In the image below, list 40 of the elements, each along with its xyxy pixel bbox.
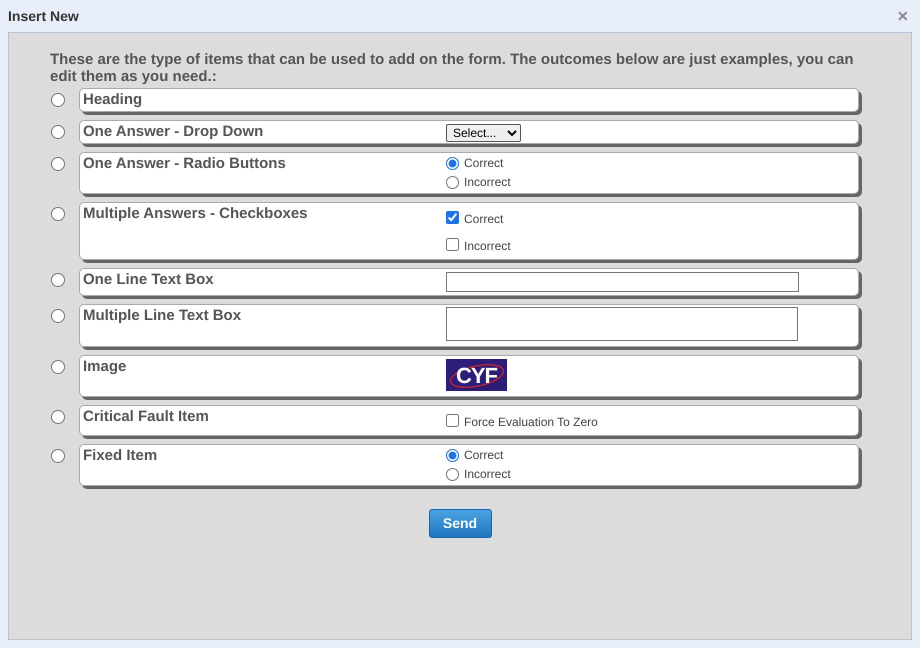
item-radio[interactable] — [51, 157, 65, 171]
option-radio[interactable] — [446, 176, 459, 189]
close-button[interactable]: × — [893, 7, 912, 25]
option-label: Incorrect — [464, 174, 511, 191]
send-button[interactable]: Send — [428, 509, 492, 538]
item-label: Heading — [83, 90, 144, 110]
text-field[interactable] — [446, 272, 799, 292]
checkbox[interactable] — [446, 238, 459, 251]
option-label: Correct — [464, 155, 504, 172]
option-label: Correct — [464, 211, 504, 228]
intro-text: These are the type of items that can be used to add on the form. The outcomes below are just examples, you can edit them as you need.: — [50, 51, 855, 85]
item-label: One Line Text Box — [83, 270, 215, 290]
item-radio[interactable] — [51, 207, 65, 221]
item-label: Multiple Line Text Box — [83, 306, 242, 326]
item-radio[interactable] — [51, 360, 65, 374]
item-label: Image — [83, 357, 128, 377]
option-label: Force Evaluation To Zero — [464, 414, 598, 431]
window-title: Insert New — [8, 6, 79, 26]
option-radio[interactable] — [446, 157, 459, 170]
item-label: Multiple Answers - Checkboxes — [83, 204, 309, 224]
item-radio[interactable] — [51, 410, 65, 424]
checkbox[interactable] — [446, 211, 459, 224]
text-area[interactable] — [446, 307, 798, 341]
option-radio[interactable] — [446, 468, 459, 481]
item-label: Critical Fault Item — [83, 407, 210, 427]
item-radio[interactable] — [51, 309, 65, 323]
option-radio[interactable] — [446, 449, 459, 462]
logo: CYF — [446, 359, 507, 391]
option-label: Incorrect — [464, 466, 511, 483]
item-radio[interactable] — [51, 93, 65, 107]
item-radio[interactable] — [51, 449, 65, 463]
dropdown[interactable]: Select... — [446, 124, 521, 142]
item-radio[interactable] — [51, 125, 65, 139]
item-label: Fixed Item — [83, 446, 158, 466]
option-label: Incorrect — [464, 238, 511, 255]
option-label: Correct — [464, 447, 504, 464]
item-label: One Answer - Drop Down — [83, 122, 264, 142]
checkbox[interactable] — [446, 414, 459, 427]
item-label: One Answer - Radio Buttons — [83, 154, 287, 174]
item-radio[interactable] — [51, 273, 65, 287]
